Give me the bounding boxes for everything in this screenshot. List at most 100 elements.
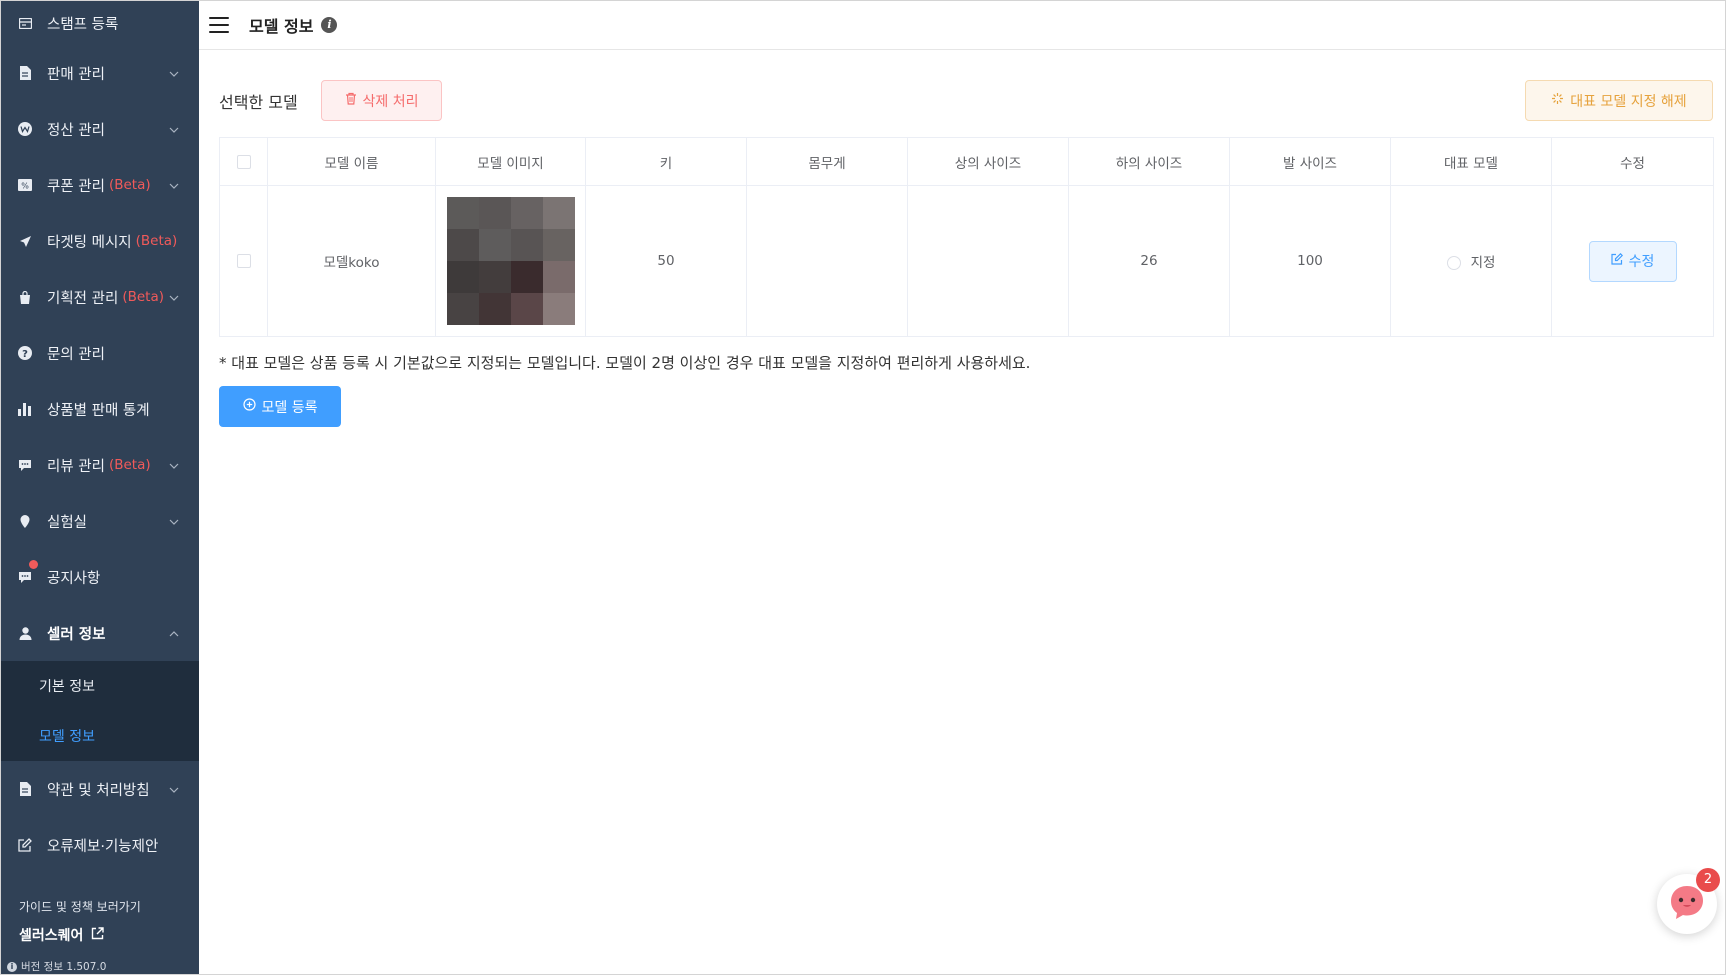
model-name-cell: 모델koko <box>267 185 436 337</box>
delete-button[interactable]: 삭제 처리 <box>321 80 442 121</box>
brand-link[interactable]: 셀러스퀘어 <box>19 925 199 945</box>
chevron-down-icon <box>169 289 179 301</box>
sidebar-item-feedback[interactable]: 오류제보·기능제안 <box>1 817 199 873</box>
document-icon <box>18 66 32 80</box>
edit-button[interactable]: 수정 <box>1588 240 1677 282</box>
guide-link-text[interactable]: 가이드 및 정책 보러가기 <box>19 898 199 915</box>
beta-badge: (Beta) <box>135 233 178 249</box>
sidebar-item-stamp[interactable]: 스탬프 등록 <box>1 1 199 45</box>
model-table: 모델 이름 모델 이미지 키 몸무게 상의 사이즈 하의 사이즈 발 사이즈 대… <box>219 137 1714 337</box>
svg-text:?: ? <box>22 349 28 360</box>
height-cell: 50 <box>585 185 747 337</box>
row-select-cell <box>219 185 268 337</box>
edit-icon <box>18 838 32 852</box>
top-size-cell <box>907 185 1069 337</box>
trash-icon <box>345 92 357 109</box>
edit-icon <box>1611 252 1623 269</box>
chevron-down-icon <box>169 781 179 793</box>
chevron-up-icon <box>169 625 179 637</box>
sidebar-item-stats[interactable]: 상품별 판매 통계 <box>1 381 199 437</box>
svg-text:%: % <box>21 182 29 191</box>
unset-representative-button[interactable]: 대표 모델 지정 해제 <box>1525 80 1713 121</box>
select-all-cell <box>219 137 268 186</box>
column-header: 상의 사이즈 <box>907 137 1069 186</box>
register-model-button[interactable]: 모델 등록 <box>219 386 341 427</box>
info-icon[interactable]: i <box>321 17 338 33</box>
shoe-size-cell: 100 <box>1229 185 1391 337</box>
notification-dot <box>29 560 38 569</box>
file-icon <box>18 782 32 796</box>
sidebar: 스탬프 등록 판매 관리 정산 관리 % 쿠폰 관리 (Beta) 타겟팅 메시… <box>1 1 199 974</box>
row-checkbox[interactable] <box>236 254 251 268</box>
sidebar-footer: 가이드 및 정책 보러가기 셀러스퀘어 i 버전 정보 1.507.0 <box>1 898 199 974</box>
sidebar-item-label: 기획전 관리 <box>47 290 119 307</box>
representative-label: 지정 <box>1470 255 1496 271</box>
sidebar-item-label: 약관 및 처리방침 <box>47 782 150 799</box>
sidebar-item-review[interactable]: 리뷰 관리 (Beta) <box>1 437 199 493</box>
sidebar-subitem-basic-info[interactable]: 기본 정보 <box>1 661 199 711</box>
register-button-label: 모델 등록 <box>261 399 318 416</box>
model-thumbnail[interactable] <box>446 197 575 325</box>
sidebar-item-label: 쿠폰 관리 <box>47 178 105 195</box>
select-all-checkbox[interactable] <box>236 154 251 169</box>
coupon-icon: % <box>18 178 32 192</box>
representative-radio[interactable] <box>1446 256 1461 270</box>
version-text: 버전 정보 1.507.0 <box>21 961 107 973</box>
chevron-down-icon <box>169 177 179 189</box>
sidebar-item-sales[interactable]: 판매 관리 <box>1 45 199 101</box>
beta-badge: (Beta) <box>108 177 151 193</box>
pin-icon <box>18 514 32 528</box>
column-header: 몸무게 <box>746 137 908 186</box>
sidebar-item-inquiry[interactable]: ? 문의 관리 <box>1 325 199 381</box>
sidebar-item-terms[interactable]: 약관 및 처리방침 <box>1 761 199 817</box>
model-image-cell <box>435 185 586 337</box>
sidebar-item-label: 문의 관리 <box>47 346 105 363</box>
sidebar-item-coupon[interactable]: % 쿠폰 관리 (Beta) <box>1 157 199 213</box>
sidebar-item-label: 정산 관리 <box>47 122 105 139</box>
chat-unread-badge: 2 <box>1696 868 1720 892</box>
column-header: 키 <box>585 137 747 186</box>
sidebar-item-seller-info[interactable]: 셀러 정보 <box>1 605 199 661</box>
bar-chart-icon <box>18 402 32 416</box>
top-bar: 모델 정보 i <box>199 1 1725 50</box>
table-row: 모델koko 50 26 100 지정 수정 <box>219 185 1714 337</box>
chevron-down-icon <box>169 457 179 469</box>
bag-icon <box>18 290 32 304</box>
delete-button-label: 삭제 처리 <box>362 93 419 110</box>
external-link-icon <box>91 926 105 944</box>
app-frame: 스탬프 등록 판매 관리 정산 관리 % 쿠폰 관리 (Beta) 타겟팅 메시… <box>0 0 1726 975</box>
column-header: 모델 이미지 <box>435 137 586 186</box>
representative-note: * 대표 모델은 상품 등록 시 기본값으로 지정되는 모델입니다. 모델이 2… <box>219 354 1031 372</box>
brand-name: 셀러스퀘어 <box>19 928 84 944</box>
sidebar-item-label: 상품별 판매 통계 <box>47 402 150 419</box>
edit-button-label: 수정 <box>1628 254 1655 270</box>
bottom-size-cell: 26 <box>1068 185 1230 337</box>
sidebar-subitem-label: 기본 정보 <box>39 679 95 695</box>
weight-cell <box>746 185 908 337</box>
sparkle-icon <box>1551 92 1564 109</box>
main-content: 선택한 모델 삭제 처리 대표 모델 지정 해제 모델 이름 모델 이미지 키 … <box>219 51 1714 427</box>
sidebar-item-label: 오류제보·기능제안 <box>47 838 159 855</box>
sidebar-item-label: 공지사항 <box>47 570 101 587</box>
user-icon <box>18 626 32 640</box>
seller-info-submenu: 기본 정보 모델 정보 <box>1 661 199 761</box>
representative-cell: 지정 <box>1390 185 1552 337</box>
version-info: i 버전 정보 1.507.0 <box>7 959 199 974</box>
sidebar-item-exhibition[interactable]: 기획전 관리 (Beta) <box>1 269 199 325</box>
chevron-down-icon <box>169 65 179 77</box>
unset-button-label: 대표 모델 지정 해제 <box>1570 93 1687 110</box>
chat-mascot-icon <box>1668 884 1706 924</box>
column-header: 발 사이즈 <box>1229 137 1391 186</box>
sidebar-item-notice[interactable]: 공지사항 <box>1 549 199 605</box>
send-icon <box>18 234 32 248</box>
sidebar-subitem-model-info[interactable]: 모델 정보 <box>1 711 199 761</box>
action-row: 선택한 모델 삭제 처리 대표 모델 지정 해제 <box>219 51 1713 151</box>
hamburger-menu-icon[interactable] <box>209 17 229 33</box>
sidebar-item-label: 판매 관리 <box>47 66 105 83</box>
chat-widget-button[interactable]: 2 <box>1657 868 1720 934</box>
sidebar-item-lab[interactable]: 실험실 <box>1 493 199 549</box>
sidebar-item-targeting[interactable]: 타겟팅 메시지 (Beta) <box>1 213 199 269</box>
chat-icon <box>18 570 32 584</box>
ticket-icon <box>18 16 32 30</box>
sidebar-item-settlement[interactable]: 정산 관리 <box>1 101 199 157</box>
